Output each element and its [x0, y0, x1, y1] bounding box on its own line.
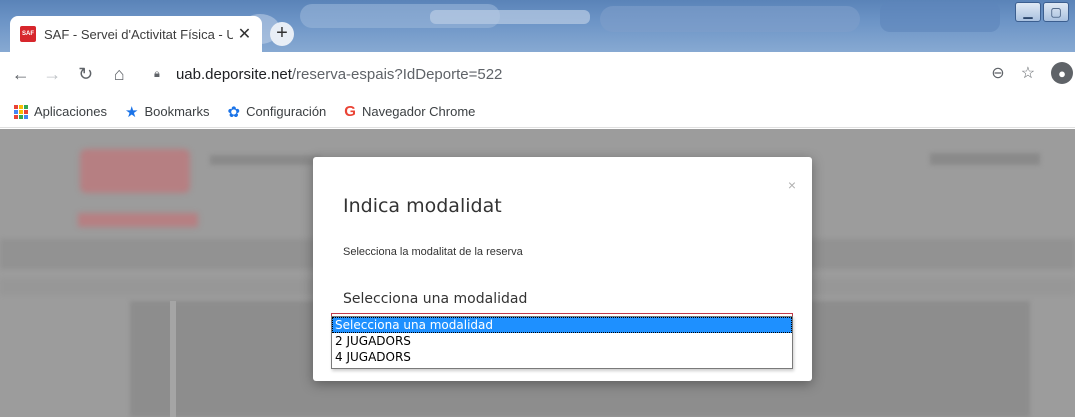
bookmark-star-icon[interactable]: ☆	[1021, 63, 1035, 83]
option-2-jugadors[interactable]: 2 JUGADORS	[332, 333, 792, 349]
address-bar[interactable]: 🔒︎ uab.deporsite.net/reserva-espais?IdDe…	[143, 58, 1075, 90]
modality-options-list: Selecciona una modalidad 2 JUGADORS 4 JU…	[331, 316, 793, 369]
close-icon[interactable]: ×	[788, 177, 796, 193]
option-select-placeholder[interactable]: Selecciona una modalidad	[332, 317, 792, 333]
bookmark-aplicaciones[interactable]: Aplicaciones	[14, 104, 107, 119]
tab-close-icon[interactable]: ✕	[237, 24, 252, 44]
url-text[interactable]: uab.deporsite.net/reserva-espais?IdDepor…	[176, 66, 502, 83]
blurred-section-title	[78, 213, 198, 227]
browser-toolbar: ← → ↻ ⌂ 🔒︎ uab.deporsite.net/reserva-esp…	[0, 52, 1075, 96]
url-host: uab.deporsite.net	[175, 65, 292, 83]
new-tab-plus-icon[interactable]: +	[270, 22, 294, 46]
blurred-header-right	[930, 153, 1040, 165]
bookmark-label: Bookmarks	[144, 104, 210, 119]
bookmark-label: Configuración	[246, 104, 327, 119]
profile-avatar-icon[interactable]: ●	[1051, 62, 1074, 84]
lock-icon[interactable]: 🔒︎	[154, 68, 166, 81]
home-icon[interactable]: ⌂	[106, 64, 131, 85]
bookmark-navegador-chrome[interactable]: G Navegador Chrome	[344, 103, 475, 120]
bookmark-bookmarks[interactable]: ★ Bookmarks	[125, 103, 209, 121]
blurred-grid-column	[170, 301, 176, 417]
modal-title: Indica modalidat	[343, 195, 502, 217]
window-controls: ▁ ▢	[1015, 2, 1069, 22]
saf-favicon-icon: SAF	[20, 26, 36, 42]
bookmark-label: Navegador Chrome	[361, 104, 476, 119]
back-arrow-icon[interactable]: ←	[8, 64, 33, 85]
apps-grid-icon	[14, 104, 28, 119]
browser-tab[interactable]: SAF SAF - Servei d'Activitat Física - Ur…	[10, 16, 262, 52]
background-blur	[430, 10, 590, 24]
zoom-icon[interactable]: ⊖	[991, 63, 1004, 83]
maximize-window-icon[interactable]: ▢	[1043, 2, 1069, 22]
modal-subtitle: Selecciona la modalitat de la reserva	[343, 246, 523, 258]
blurred-header-text	[210, 155, 320, 165]
bookmark-label: Aplicaciones	[34, 104, 107, 119]
tab-title: SAF - Servei d'Activitat Física - Ur	[44, 26, 233, 42]
google-icon: G	[344, 103, 356, 120]
gear-icon: ✿	[227, 103, 241, 121]
bookmarks-bar: Aplicaciones ★ Bookmarks ✿ Configuración…	[0, 96, 1075, 128]
star-icon: ★	[125, 103, 139, 121]
background-blur	[880, 2, 1000, 32]
option-4-jugadors[interactable]: 4 JUGADORS	[332, 349, 792, 365]
bookmark-configuracion[interactable]: ✿ Configuración	[227, 103, 326, 121]
site-logo	[80, 149, 190, 193]
url-path: /reserva-espais?IdDeporte=522	[291, 65, 503, 83]
background-blur	[600, 6, 860, 32]
minimize-window-icon[interactable]: ▁	[1015, 2, 1041, 22]
browser-titlebar: SAF SAF - Servei d'Activitat Física - Ur…	[0, 0, 1075, 52]
reload-icon[interactable]: ↻	[73, 64, 98, 85]
modality-select-label: Selecciona una modalidad	[343, 291, 528, 307]
forward-arrow-icon[interactable]: →	[39, 64, 64, 85]
